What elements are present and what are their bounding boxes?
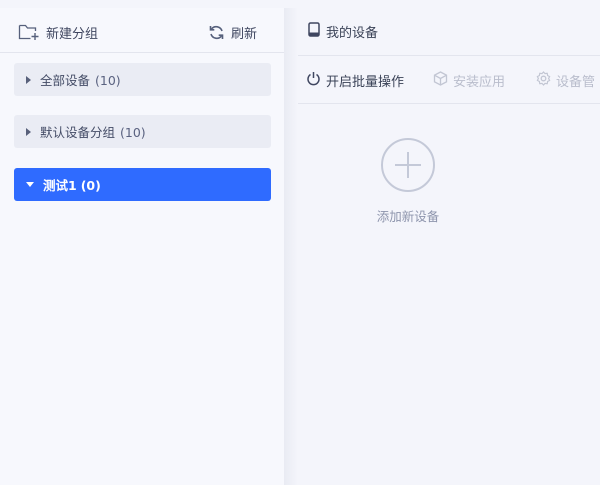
new-group-label: 新建分组 xyxy=(46,26,99,42)
caret-down-icon xyxy=(26,182,34,187)
action-toolbar: 开启批量操作 安装应用 设备管 xyxy=(298,56,600,104)
group-sidebar: 新建分组 刷新 全部设备 (10) 默认设备分组 (10) 测试1 (0) xyxy=(0,8,284,485)
cube-icon xyxy=(433,70,448,90)
device-panel-header: 我的设备 xyxy=(298,8,600,56)
device-panel: 我的设备 开启批量操作 安装应用 设备管 添加新设备 xyxy=(298,8,600,485)
plus-circle-icon xyxy=(381,138,435,192)
group-toolbar: 新建分组 刷新 xyxy=(0,8,284,53)
group-label: 全部设备 xyxy=(40,73,91,88)
page-title: 我的设备 xyxy=(326,26,379,41)
refresh-label: 刷新 xyxy=(231,26,258,42)
panel-divider xyxy=(284,8,298,485)
refresh-button[interactable]: 刷新 xyxy=(208,21,257,43)
refresh-icon xyxy=(208,24,225,41)
gear-icon xyxy=(536,70,551,90)
new-group-button[interactable]: 新建分组 xyxy=(18,21,98,43)
device-manage-label: 设备管 xyxy=(556,74,596,90)
install-app-label: 安装应用 xyxy=(453,74,506,90)
group-label: 测试1 xyxy=(43,178,77,193)
device-manage-button[interactable]: 设备管 xyxy=(536,56,596,103)
caret-right-icon xyxy=(26,127,31,136)
group-label: 默认设备分组 xyxy=(40,125,116,140)
group-count: (0) xyxy=(80,178,101,193)
add-device-label: 添加新设备 xyxy=(376,209,440,224)
folder-plus-icon xyxy=(18,23,40,41)
group-count: (10) xyxy=(120,125,146,140)
batch-operation-label: 开启批量操作 xyxy=(326,74,405,90)
group-count: (10) xyxy=(95,73,121,88)
add-device-button[interactable]: 添加新设备 xyxy=(368,138,448,225)
app-window: 新建分组 刷新 全部设备 (10) 默认设备分组 (10) 测试1 (0) 我的… xyxy=(0,0,600,485)
batch-operation-button[interactable]: 开启批量操作 xyxy=(306,56,405,103)
group-item-test1[interactable]: 测试1 (0) xyxy=(14,168,271,201)
phone-icon xyxy=(308,22,320,41)
caret-right-icon xyxy=(26,75,31,84)
power-icon xyxy=(306,71,321,90)
install-app-button[interactable]: 安装应用 xyxy=(433,56,506,103)
group-item-default-group[interactable]: 默认设备分组 (10) xyxy=(14,115,271,148)
group-item-all-devices[interactable]: 全部设备 (10) xyxy=(14,63,271,96)
